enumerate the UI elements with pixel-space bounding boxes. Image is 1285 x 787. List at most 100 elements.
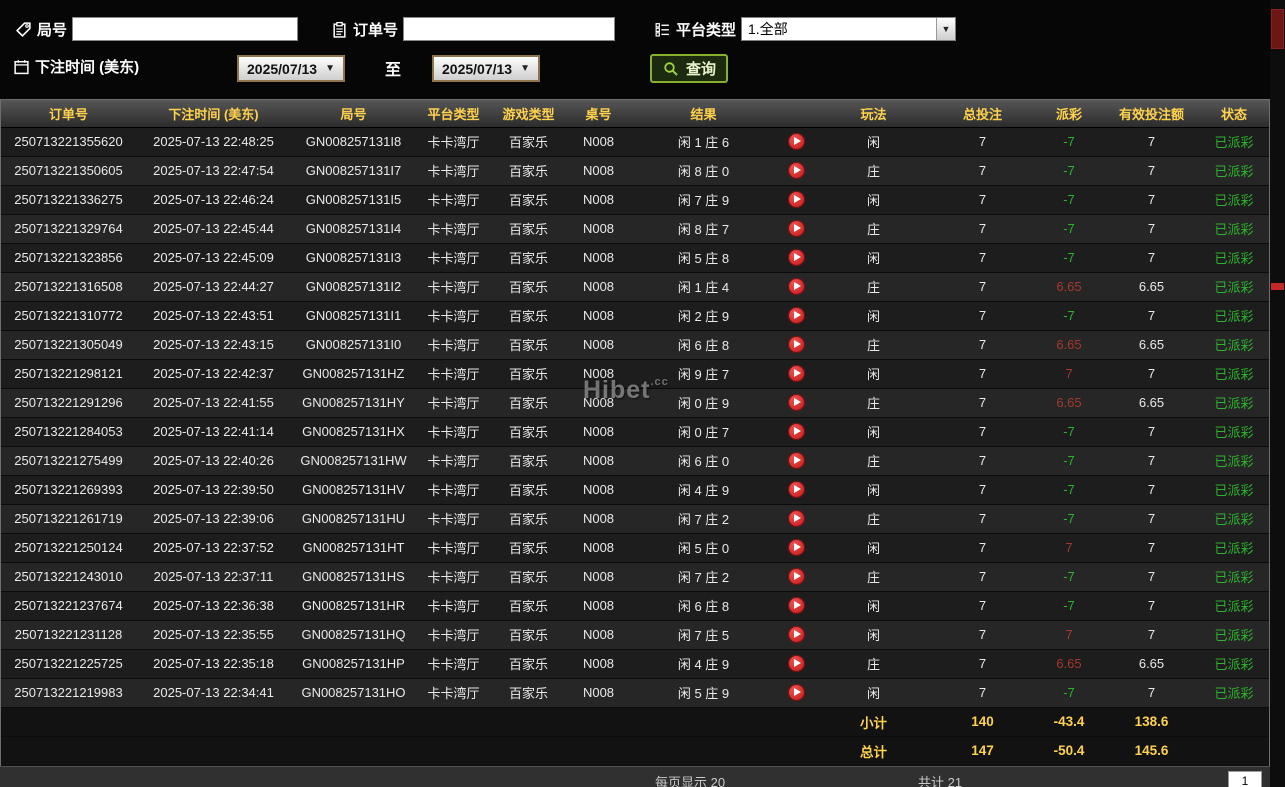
valid-bet-cell: 7 (1104, 243, 1199, 273)
play-icon-cell (776, 272, 816, 302)
column-header: 状态 (1199, 100, 1269, 128)
play-video-icon[interactable] (787, 423, 805, 441)
total-bet-cell: 7 (931, 678, 1034, 708)
table-no-cell: N008 (566, 446, 631, 476)
play-video-icon[interactable] (787, 626, 805, 644)
table-no-cell: N008 (566, 475, 631, 505)
order-no-cell: 250713221329764 (1, 214, 136, 244)
result-cell: 闲 4 庄 9 (631, 475, 776, 505)
order-no-input[interactable] (403, 17, 616, 41)
date-to-value: 2025/07/13 (442, 60, 513, 77)
page-number-box[interactable]: 1 (1228, 770, 1262, 787)
table-no-cell: N008 (566, 591, 631, 621)
table-header: 订单号 下注时间 (美东) 局号 平台类型 游戏类型 桌号 结果 玩法 总投注 派彩 有效投注额 状态 (1, 100, 1269, 128)
valid-bet-cell: 7 (1104, 591, 1199, 621)
bet-time-filter-label-group: 下注时间 (美东) (12, 56, 139, 77)
date-from-picker[interactable]: 2025/07/13 ▼ (237, 55, 345, 82)
play-video-icon[interactable] (787, 278, 805, 296)
status-cell: 已派彩 (1199, 475, 1269, 505)
play-video-icon[interactable] (787, 655, 805, 673)
play-video-icon[interactable] (787, 481, 805, 499)
status-cell: 已派彩 (1199, 562, 1269, 592)
table-no-cell: N008 (566, 562, 631, 592)
play-video-icon[interactable] (787, 510, 805, 528)
chevron-down-icon: ▼ (325, 63, 335, 74)
result-cell: 闲 5 庄 0 (631, 533, 776, 563)
bet-time-cell: 2025-07-13 22:35:55 (136, 620, 291, 650)
column-header: 结果 (631, 100, 776, 128)
game-no-label: 局号 (37, 21, 68, 39)
play-video-icon[interactable] (787, 568, 805, 586)
play-icon-cell (776, 591, 816, 621)
table-row: 250713221269393 2025-07-13 22:39:50 GN0082… (1, 475, 1269, 505)
play-video-icon[interactable] (787, 220, 805, 238)
play-video-icon[interactable] (787, 249, 805, 267)
game-no-cell: GN008257131HO (291, 678, 416, 708)
table-row: 250713221275499 2025-07-13 22:40:26 GN0082… (1, 446, 1269, 476)
valid-bet-cell: 6.65 (1104, 649, 1199, 679)
valid-bet-cell: 7 (1104, 359, 1199, 389)
game-no-cell: GN008257131HU (291, 504, 416, 534)
play-video-icon[interactable] (787, 307, 805, 325)
bet-time-cell: 2025-07-13 22:45:09 (136, 243, 291, 273)
valid-bet-cell: 6.65 (1104, 272, 1199, 302)
play-video-icon[interactable] (787, 133, 805, 151)
game-no-cell: GN008257131I5 (291, 185, 416, 215)
table-no-cell: N008 (566, 243, 631, 273)
per-page-label: 每页显示 (655, 774, 708, 787)
table-row: 250713221305049 2025-07-13 22:43:15 GN0082… (1, 330, 1269, 360)
game-no-input[interactable] (72, 17, 299, 41)
valid-bet-cell: 7 (1104, 620, 1199, 650)
result-cell: 闲 7 庄 2 (631, 562, 776, 592)
play-video-icon[interactable] (787, 191, 805, 209)
per-page-value[interactable]: 20 (711, 775, 725, 787)
total-bet-cell: 7 (931, 214, 1034, 244)
play-video-icon[interactable] (787, 597, 805, 615)
bet-time-cell: 2025-07-13 22:39:06 (136, 504, 291, 534)
total-bet-cell: 7 (931, 620, 1034, 650)
game-type-cell: 百家乐 (491, 388, 566, 418)
status-cell: 已派彩 (1199, 359, 1269, 389)
play-video-icon[interactable] (787, 539, 805, 557)
bet-time-cell: 2025-07-13 22:37:11 (136, 562, 291, 592)
play-icon-cell (776, 388, 816, 418)
status-cell: 已派彩 (1199, 301, 1269, 331)
play-icon-cell (776, 504, 816, 534)
game-no-cell: GN008257131HY (291, 388, 416, 418)
play-video-icon[interactable] (787, 162, 805, 180)
status-cell: 已派彩 (1199, 272, 1269, 302)
result-cell: 闲 8 庄 7 (631, 214, 776, 244)
table-row: 250713221231128 2025-07-13 22:35:55 GN0082… (1, 620, 1269, 650)
scrollbar[interactable] (1270, 0, 1285, 787)
play-type-cell: 闲 (816, 301, 931, 331)
status-cell: 已派彩 (1199, 504, 1269, 534)
play-icon-cell (776, 475, 816, 505)
status-cell: 已派彩 (1199, 214, 1269, 244)
date-to-picker[interactable]: 2025/07/13 ▼ (432, 55, 540, 82)
game-no-cell: GN008257131I7 (291, 156, 416, 186)
column-header: 总投注 (931, 100, 1034, 128)
result-cell: 闲 6 庄 8 (631, 591, 776, 621)
play-video-icon[interactable] (787, 684, 805, 702)
platform-select[interactable]: 1.全部 ▼ (741, 17, 957, 41)
play-icon-cell (776, 359, 816, 389)
play-video-icon[interactable] (787, 394, 805, 412)
calendar-icon (12, 58, 30, 76)
status-cell: 已派彩 (1199, 446, 1269, 476)
search-button[interactable]: 查询 (650, 54, 729, 83)
game-no-cell: GN008257131I0 (291, 330, 416, 360)
play-video-icon[interactable] (787, 452, 805, 470)
play-icon-cell (776, 620, 816, 650)
column-header: 平台类型 (416, 100, 491, 128)
result-cell: 闲 5 庄 9 (631, 678, 776, 708)
total-bet-cell: 7 (931, 591, 1034, 621)
play-video-icon[interactable] (787, 336, 805, 354)
play-type-cell: 庄 (816, 446, 931, 476)
table-no-cell: N008 (566, 330, 631, 360)
status-cell: 已派彩 (1199, 243, 1269, 273)
total-bet-cell: 7 (931, 243, 1034, 273)
scrollbar-thumb[interactable] (1271, 9, 1284, 49)
table-no-cell: N008 (566, 678, 631, 708)
subtotal-payout: -43.4 (1034, 707, 1104, 737)
play-video-icon[interactable] (787, 365, 805, 383)
